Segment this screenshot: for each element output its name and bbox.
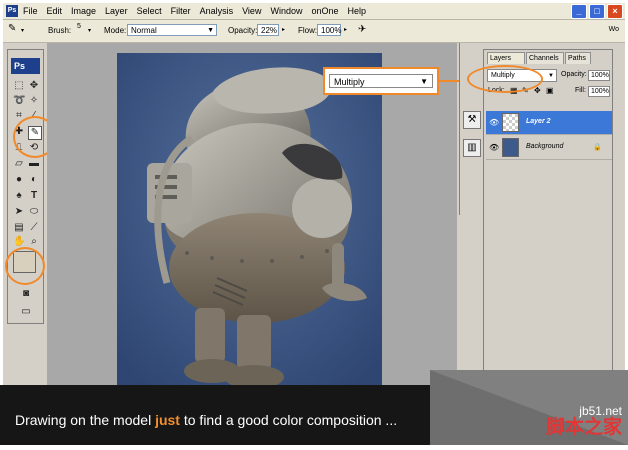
opacity-label: Opacity: <box>228 26 258 35</box>
workspace-label[interactable]: Wo <box>609 26 619 33</box>
options-bar: ✎ ▾ Brush: 5 ▾ Mode: Normal ▼ Opacity: 22… <box>3 20 625 43</box>
menu-bar: Ps File Edit Image Layer Select Filter A… <box>3 3 625 20</box>
caption-before: Drawing on the model <box>15 412 156 428</box>
eyedropper-icon[interactable]: ⟋ <box>28 222 40 234</box>
screen-mode-icon[interactable]: ▭ <box>20 306 32 318</box>
opacity-input[interactable]: 22% <box>257 24 279 36</box>
menu-file[interactable]: File <box>23 5 38 17</box>
brush-picker-chevron-icon[interactable]: ▾ <box>88 27 91 34</box>
lock-icon: 🔒 <box>593 144 602 151</box>
move-tool-icon[interactable]: ✥ <box>28 80 40 92</box>
layer-row-layer-2[interactable]: 👁 Layer 2 <box>486 111 612 135</box>
tab-paths[interactable]: Paths <box>565 52 591 64</box>
dodge-tool-icon[interactable]: ◐ <box>28 174 40 186</box>
layer-name: Layer 2 <box>526 118 551 125</box>
eye-icon[interactable]: 👁 <box>489 143 499 152</box>
menu-view[interactable]: View <box>242 5 261 17</box>
brush-size[interactable]: 5 <box>77 23 81 30</box>
app-logo-icon: Ps <box>6 5 18 17</box>
menu-image[interactable]: Image <box>71 5 96 17</box>
blend-mode-callout: Multiply ▼ <box>323 67 439 95</box>
flow-label: Flow: <box>298 26 318 35</box>
robot-illustration <box>117 53 382 393</box>
info-panel-icon[interactable]: ▥ <box>463 139 481 157</box>
tools-panel-icon[interactable]: ⚒ <box>463 111 481 129</box>
fill-input[interactable]: 100% <box>588 86 610 97</box>
fill-label: Fill: <box>575 87 586 94</box>
document-canvas[interactable] <box>117 53 382 393</box>
tool-preset-chevron-icon[interactable]: ▾ <box>21 27 24 34</box>
brush-label: Brush: <box>48 26 72 35</box>
watermark: jb51.net 脚本之家 <box>546 404 622 438</box>
brush-tool-icon[interactable]: ✎ <box>8 23 16 34</box>
flow-input[interactable]: 100% <box>317 24 341 36</box>
opacity-slider-icon[interactable]: ▸ <box>282 26 285 33</box>
layer-name: Background <box>526 143 564 150</box>
toolbox-logo: Ps <box>11 58 40 74</box>
eraser-tool-icon[interactable]: ▱ <box>13 158 25 170</box>
eye-icon[interactable]: 👁 <box>489 118 499 127</box>
layer-opacity-label: Opacity: <box>561 71 587 78</box>
caption-text: Drawing on the model just to find a good… <box>15 412 397 428</box>
caption-bar: Drawing on the model just to find a good… <box>0 385 430 445</box>
blur-tool-icon[interactable]: ● <box>13 174 25 186</box>
window-controls: _ □ × <box>571 4 623 19</box>
layer-row-background[interactable]: 👁 Background 🔒 <box>486 136 612 160</box>
color-swatch-highlight <box>5 247 45 285</box>
minimize-icon[interactable]: _ <box>571 4 587 19</box>
menu-window[interactable]: Window <box>270 5 302 17</box>
chevron-down-icon: ▼ <box>420 77 428 86</box>
menu-analysis[interactable]: Analysis <box>200 5 234 17</box>
menu-layer[interactable]: Layer <box>105 5 128 17</box>
layer-opacity-input[interactable]: 100% <box>588 70 610 81</box>
magic-wand-icon[interactable]: ✧ <box>28 95 40 107</box>
watermark-url: jb51.net <box>579 404 622 418</box>
layer-thumbnail <box>502 138 519 157</box>
lasso-tool-icon[interactable]: ➰ <box>13 95 25 107</box>
chevron-down-icon: ▼ <box>548 73 554 79</box>
notes-tool-icon[interactable]: ▤ <box>13 222 25 234</box>
path-selection-icon[interactable]: ➤ <box>13 206 25 218</box>
caption-highlight: just <box>155 412 180 428</box>
menu-select[interactable]: Select <box>137 5 162 17</box>
mode-value: Normal <box>131 26 157 35</box>
shape-tool-icon[interactable]: ⬭ <box>28 206 40 218</box>
gradient-tool-icon[interactable]: ▬ <box>28 158 40 170</box>
lock-all-icon[interactable]: ▣ <box>546 86 554 95</box>
close-icon[interactable]: × <box>607 4 623 19</box>
tab-channels[interactable]: Channels <box>526 52 564 64</box>
menu-items: File Edit Image Layer Select Filter Anal… <box>23 5 366 17</box>
menu-edit[interactable]: Edit <box>47 5 63 17</box>
chevron-down-icon: ▼ <box>207 27 214 34</box>
watermark-chinese: 脚本之家 <box>545 417 622 438</box>
mode-select[interactable]: Normal ▼ <box>127 24 217 36</box>
callout-blend-select[interactable]: Multiply ▼ <box>329 74 433 88</box>
blend-mode-highlight <box>467 65 543 93</box>
pen-tool-icon[interactable]: ♠ <box>13 190 25 202</box>
menu-filter[interactable]: Filter <box>171 5 191 17</box>
layer-thumbnail <box>502 113 519 132</box>
quick-mask-icon[interactable]: ◙ <box>20 288 32 300</box>
marquee-tool-icon[interactable]: ⬚ <box>13 80 25 92</box>
layers-panel-tabs: Layers Channels Paths <box>484 50 612 64</box>
layers-panel: Layers Channels Paths Multiply ▼ Opacity:… <box>483 49 613 387</box>
tab-layers[interactable]: Layers <box>487 52 525 64</box>
flow-slider-icon[interactable]: ▸ <box>344 26 347 33</box>
mode-label: Mode: <box>104 26 127 35</box>
callout-blend-value: Multiply <box>334 77 365 87</box>
caption-after: to find a good color composition ... <box>179 412 398 428</box>
type-tool-icon[interactable]: T <box>28 190 40 202</box>
menu-onone[interactable]: onOne <box>311 5 338 17</box>
menu-help[interactable]: Help <box>348 5 367 17</box>
airbrush-icon[interactable]: ✈ <box>358 24 366 35</box>
zoom-tool-icon[interactable]: ⌕ <box>28 236 40 248</box>
maximize-icon[interactable]: □ <box>589 4 605 19</box>
